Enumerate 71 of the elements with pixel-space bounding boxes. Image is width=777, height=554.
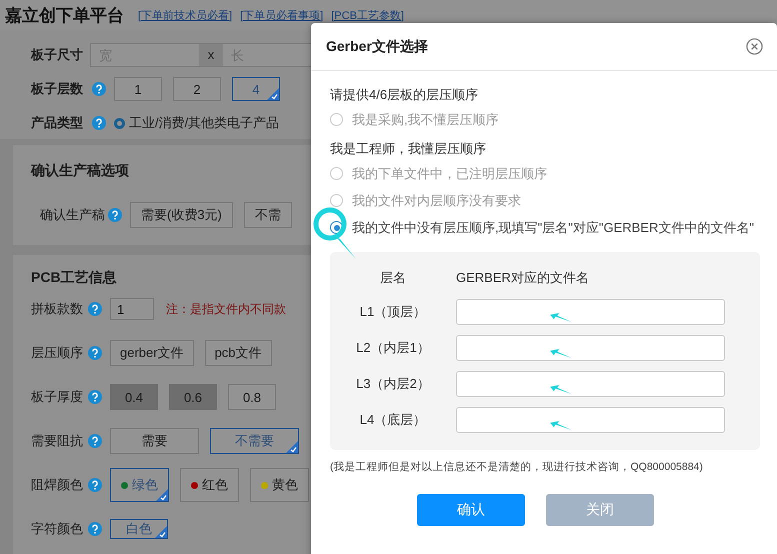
- check-corner-icon: [286, 441, 298, 453]
- header-link[interactable]: [PCB工艺参数]: [331, 8, 404, 22]
- help-icon[interactable]: [88, 478, 102, 492]
- layer-name: L4（底层）: [358, 411, 428, 429]
- option-button[interactable]: 不需要: [210, 428, 299, 454]
- filename-field[interactable]: [456, 371, 725, 397]
- annotation-arrow-icon: [550, 349, 572, 358]
- layer-option[interactable]: 4: [232, 77, 280, 101]
- close-button[interactable]: 关闭: [546, 494, 654, 526]
- header-link[interactable]: [下单员必看事项]: [240, 8, 324, 22]
- help-icon[interactable]: [92, 82, 106, 96]
- field-label: 板子层数: [31, 80, 84, 98]
- option-button[interactable]: 需要: [110, 428, 199, 454]
- header-link[interactable]: [下单前技术员必看]: [138, 8, 232, 22]
- section-title: PCB工艺信息: [31, 269, 118, 287]
- check-corner-icon: [267, 88, 279, 100]
- help-icon[interactable]: [88, 522, 102, 536]
- product-type-radio[interactable]: 工业/消费/其他类电子产品: [114, 114, 280, 132]
- site-title: 嘉立创下单平台: [5, 4, 124, 26]
- confirm-button[interactable]: 确认: [417, 494, 525, 526]
- radio-option[interactable]: 我的文件中没有层压顺序,现填写"层名"对应"GERBER文件中的文件名": [330, 214, 759, 241]
- annotation-arrow-icon: [550, 385, 572, 394]
- check-corner-icon: [155, 526, 167, 538]
- filename-field[interactable]: [456, 299, 725, 325]
- field-label: 拼板款数: [31, 300, 84, 318]
- field-label: 板子厚度: [31, 388, 84, 406]
- close-icon[interactable]: [746, 38, 763, 55]
- layer-name: L2（内层1）: [355, 339, 431, 357]
- annotation-arrow-icon: [550, 421, 572, 430]
- filename-field[interactable]: [456, 335, 725, 361]
- radio-option[interactable]: 我是采购,我不懂层压顺序: [330, 106, 759, 133]
- check-corner-icon: [156, 489, 168, 501]
- help-note: (我是工程师但是对以上信息还不是清楚的，现进行技术咨询，QQ800005884): [330, 460, 704, 474]
- option-button[interactable]: pcb文件: [204, 340, 272, 366]
- radio-option[interactable]: 我的下单文件中，已注明层压顺序: [330, 160, 759, 187]
- color-option[interactable]: 红色: [180, 468, 239, 502]
- layer-name: L1（顶层）: [358, 303, 428, 321]
- help-icon[interactable]: [88, 434, 102, 448]
- option-button[interactable]: gerber文件: [110, 340, 194, 366]
- group-heading: 请提供4/6层板的层压顺序: [330, 86, 480, 104]
- option-button[interactable]: 0.8: [228, 384, 276, 410]
- help-icon[interactable]: [88, 390, 102, 404]
- layer-name: L3（内层2）: [355, 375, 431, 393]
- filename-field[interactable]: [456, 407, 725, 433]
- confirm-option[interactable]: 需要(收费3元): [130, 202, 233, 228]
- confirm-option[interactable]: 不需: [244, 202, 292, 228]
- field-label: 阻焊颜色: [31, 476, 84, 494]
- section-title: 确认生产稿选项: [31, 162, 130, 180]
- field-label: 确认生产稿: [40, 206, 105, 224]
- dialog-title: Gerber文件选择: [326, 38, 428, 56]
- help-icon[interactable]: [88, 302, 102, 316]
- annotation-arrow-icon: [550, 313, 572, 322]
- layer-option[interactable]: 1: [114, 77, 162, 101]
- help-icon[interactable]: [92, 116, 106, 130]
- color-option[interactable]: 黄色: [250, 468, 309, 502]
- layer-option[interactable]: 2: [173, 77, 221, 101]
- color-option[interactable]: 绿色: [110, 468, 169, 502]
- help-icon[interactable]: [108, 208, 122, 222]
- option-button[interactable]: 白色: [110, 519, 168, 539]
- help-icon[interactable]: [88, 346, 102, 360]
- column-header: 层名: [379, 269, 407, 287]
- note-text: 注：是指文件内不同款: [166, 300, 286, 318]
- field-label: 层压顺序: [31, 344, 84, 362]
- count-field[interactable]: 1: [110, 298, 154, 320]
- group-heading: 我是工程师，我懂层压顺序: [330, 140, 487, 158]
- field-label: 需要阻抗: [31, 432, 84, 450]
- field-label: 字符颜色: [31, 520, 84, 538]
- field-label: 产品类型: [31, 114, 84, 132]
- radio-option[interactable]: 我的文件对内层顺序没有要求: [330, 187, 759, 214]
- column-header: GERBER对应的文件名: [456, 269, 589, 287]
- field-label: 板子尺寸: [31, 46, 84, 64]
